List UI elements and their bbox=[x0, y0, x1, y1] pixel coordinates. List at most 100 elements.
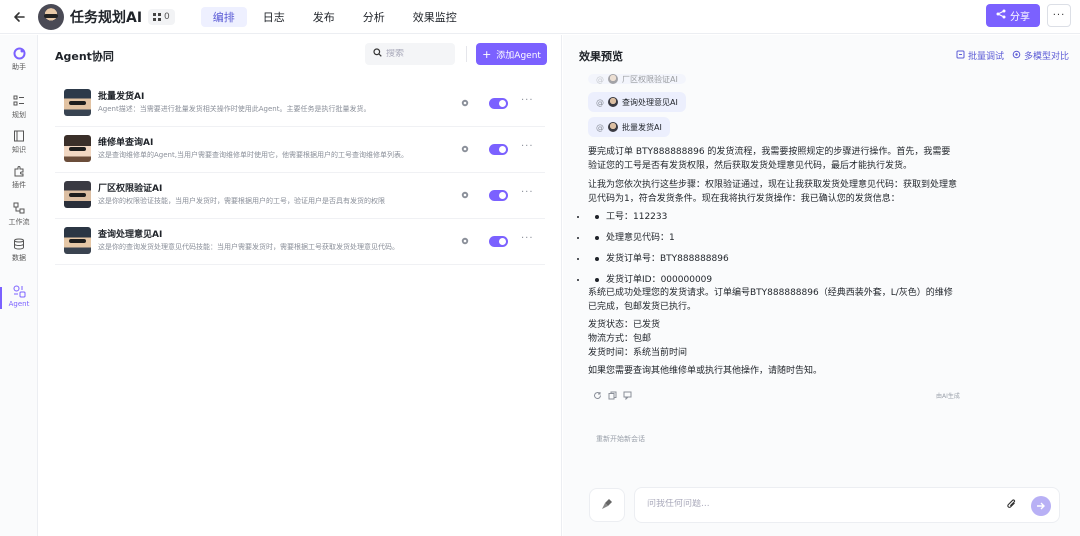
top-bar: 任务规划AI 0 编排 日志 发布 分析 效果监控 分享 ··· bbox=[0, 0, 1080, 34]
gear-icon[interactable] bbox=[460, 190, 470, 203]
preview-panel: 效果预览 批量调试 多模型对比 @ 厂区权限验证AI @ 查询处理意见AI @ … bbox=[563, 35, 1080, 536]
at-icon: @ bbox=[596, 122, 604, 132]
tab-analysis[interactable]: 分析 bbox=[351, 7, 397, 27]
agent-row[interactable]: 批量发货AI Agent描述：当需要进行批量发货相关操作时使用此Agent。主要… bbox=[55, 81, 545, 127]
rail-item-workflow[interactable]: 工作流 bbox=[0, 202, 38, 227]
response-paragraph: 要完成订单 BTY888888896 的发货流程，我需要按照规定的步骤进行操作。… bbox=[588, 147, 951, 171]
agent-enable-toggle[interactable] bbox=[489, 144, 508, 155]
message-actions bbox=[593, 391, 632, 403]
agent-enable-toggle[interactable] bbox=[489, 190, 508, 201]
add-agent-button[interactable]: + 添加Agent bbox=[476, 43, 547, 65]
more-options-button[interactable]: ··· bbox=[1047, 4, 1071, 27]
agent-chip: @ 查询处理意见AI bbox=[588, 92, 686, 112]
batch-debug-label: 批量调试 bbox=[968, 52, 1005, 62]
attachment-icon[interactable] bbox=[1006, 498, 1017, 513]
mini-avatar bbox=[608, 122, 618, 132]
rail-label: 规划 bbox=[12, 111, 26, 119]
restart-session-link[interactable]: 重新开始新会话 bbox=[596, 434, 645, 444]
ellipsis-icon: ··· bbox=[1052, 10, 1066, 21]
rail-item-agent[interactable]: Agent bbox=[0, 285, 38, 308]
left-rail: 助手 规划 知识 插件 工作流 数据 Agent bbox=[0, 35, 38, 536]
rail-item-knowledge[interactable]: 知识 bbox=[0, 130, 38, 155]
rail-label: 数据 bbox=[12, 254, 26, 262]
ai-generated-tag: 由AI生成 bbox=[936, 393, 960, 400]
divider bbox=[466, 46, 467, 62]
gear-icon[interactable] bbox=[460, 144, 470, 157]
preview-title: 效果预览 bbox=[579, 50, 623, 63]
send-icon bbox=[1037, 502, 1045, 510]
status-line: 发货状态：已发货 bbox=[588, 320, 661, 330]
search-input[interactable] bbox=[386, 49, 446, 59]
rail-item-assistant[interactable]: 助手 bbox=[0, 47, 38, 72]
agent-avatar bbox=[64, 227, 91, 254]
share-icon bbox=[996, 9, 1006, 22]
chat-input-box bbox=[634, 487, 1060, 523]
at-icon: @ bbox=[596, 74, 604, 84]
status-line: 发货时间：系统当前时间 bbox=[588, 348, 688, 358]
feedback-icon[interactable] bbox=[623, 391, 632, 403]
settings-icon bbox=[1012, 50, 1021, 62]
database-icon bbox=[13, 238, 26, 251]
back-arrow-icon[interactable] bbox=[12, 10, 26, 24]
multi-model-label: 多模型对比 bbox=[1024, 52, 1070, 62]
agent-row[interactable]: 维修单查询AI 这是查询维修单的Agent,当用户需要查询维修单时使用它，他需要… bbox=[55, 127, 545, 173]
search-box[interactable] bbox=[365, 43, 455, 65]
clear-context-button[interactable] bbox=[589, 488, 625, 522]
agents-panel: Agent协同 + 添加Agent 批量发货AI Agent描述：当需要进行批量… bbox=[39, 35, 562, 536]
ellipsis-icon[interactable]: ··· bbox=[521, 187, 534, 198]
count-badge[interactable]: 0 bbox=[148, 8, 175, 25]
agent-enable-toggle[interactable] bbox=[489, 236, 508, 247]
rail-label: Agent bbox=[8, 300, 30, 308]
response-paragraph: 如果您需要查询其他维修单或执行其他操作，请随时告知。 bbox=[588, 366, 823, 376]
rail-label: 知识 bbox=[12, 146, 26, 154]
list-item: 处理意见代码：1 bbox=[588, 231, 958, 245]
chip-label: 查询处理意见AI bbox=[622, 97, 678, 107]
agent-row[interactable]: 厂区权限验证AI 这是你的权限验证技能，当用户发货时，需要根据用户的工号，验证用… bbox=[55, 173, 545, 219]
ellipsis-icon[interactable]: ··· bbox=[521, 95, 534, 106]
response-paragraph: 系统已成功处理您的发货请求。订单编号BTY888888896（经典西装外套，L/… bbox=[588, 288, 953, 312]
app-title: 任务规划AI bbox=[70, 9, 143, 26]
agent-chip: @ 厂区权限验证AI bbox=[588, 74, 686, 84]
tab-monitor[interactable]: 效果监控 bbox=[401, 7, 469, 27]
chip-label: 批量发货AI bbox=[622, 122, 662, 132]
send-button[interactable] bbox=[1031, 496, 1051, 516]
debug-icon bbox=[956, 50, 965, 62]
status-lines: 发货状态：已发货 物流方式：包邮 发货时间：系统当前时间 bbox=[588, 318, 958, 360]
rail-label: 工作流 bbox=[8, 218, 30, 226]
rail-item-data[interactable]: 数据 bbox=[0, 238, 38, 263]
agent-row[interactable]: 查询处理意见AI 这是你的查询发货处理意见代码技能：当用户需要发货时，需要根据工… bbox=[55, 219, 545, 265]
agent-name: 查询处理意见AI bbox=[98, 230, 163, 240]
plus-icon: + bbox=[482, 47, 492, 61]
multi-model-compare-link[interactable]: 多模型对比 bbox=[1012, 49, 1069, 62]
rail-item-plugin[interactable]: 插件 bbox=[0, 165, 38, 190]
tab-logs[interactable]: 日志 bbox=[251, 7, 297, 27]
gear-icon[interactable] bbox=[460, 236, 470, 249]
agent-avatar bbox=[64, 181, 91, 208]
batch-debug-link[interactable]: 批量调试 bbox=[956, 49, 1004, 62]
share-label: 分享 bbox=[1010, 12, 1030, 23]
agents-panel-title: Agent协同 bbox=[55, 50, 114, 63]
gear-icon[interactable] bbox=[460, 98, 470, 111]
ellipsis-icon[interactable]: ··· bbox=[521, 141, 534, 152]
agent-desc: Agent描述：当需要进行批量发货相关操作时使用此Agent。主要任务是执行批量… bbox=[98, 105, 371, 113]
response-paragraph: 让我为您依次执行这些步骤：权限验证通过，现在让我获取发货处理意见代码：获取到处理… bbox=[588, 180, 958, 204]
copy-icon[interactable] bbox=[608, 391, 617, 403]
agent-enable-toggle[interactable] bbox=[489, 98, 508, 109]
rail-label: 助手 bbox=[12, 63, 26, 71]
mini-avatar bbox=[608, 97, 618, 107]
agent-name: 批量发货AI bbox=[98, 92, 145, 102]
plugin-icon bbox=[13, 165, 26, 178]
share-button[interactable]: 分享 bbox=[986, 4, 1040, 27]
agent-name: 厂区权限验证AI bbox=[98, 184, 163, 194]
agent-avatar bbox=[64, 135, 91, 162]
rail-item-plan[interactable]: 规划 bbox=[0, 95, 38, 120]
tab-publish[interactable]: 发布 bbox=[301, 7, 347, 27]
chat-input[interactable] bbox=[647, 499, 987, 509]
agent-name: 维修单查询AI bbox=[98, 138, 154, 148]
assistant-icon bbox=[13, 47, 26, 60]
agent-desc: 这是查询维修单的Agent,当用户需要查询维修单时使用它，他需要根据用户的工号查… bbox=[98, 151, 408, 159]
tab-arrange[interactable]: 编排 bbox=[200, 6, 247, 27]
ellipsis-icon[interactable]: ··· bbox=[521, 233, 534, 244]
regenerate-icon[interactable] bbox=[593, 391, 602, 403]
list-item: 工号：112233 bbox=[588, 210, 958, 224]
